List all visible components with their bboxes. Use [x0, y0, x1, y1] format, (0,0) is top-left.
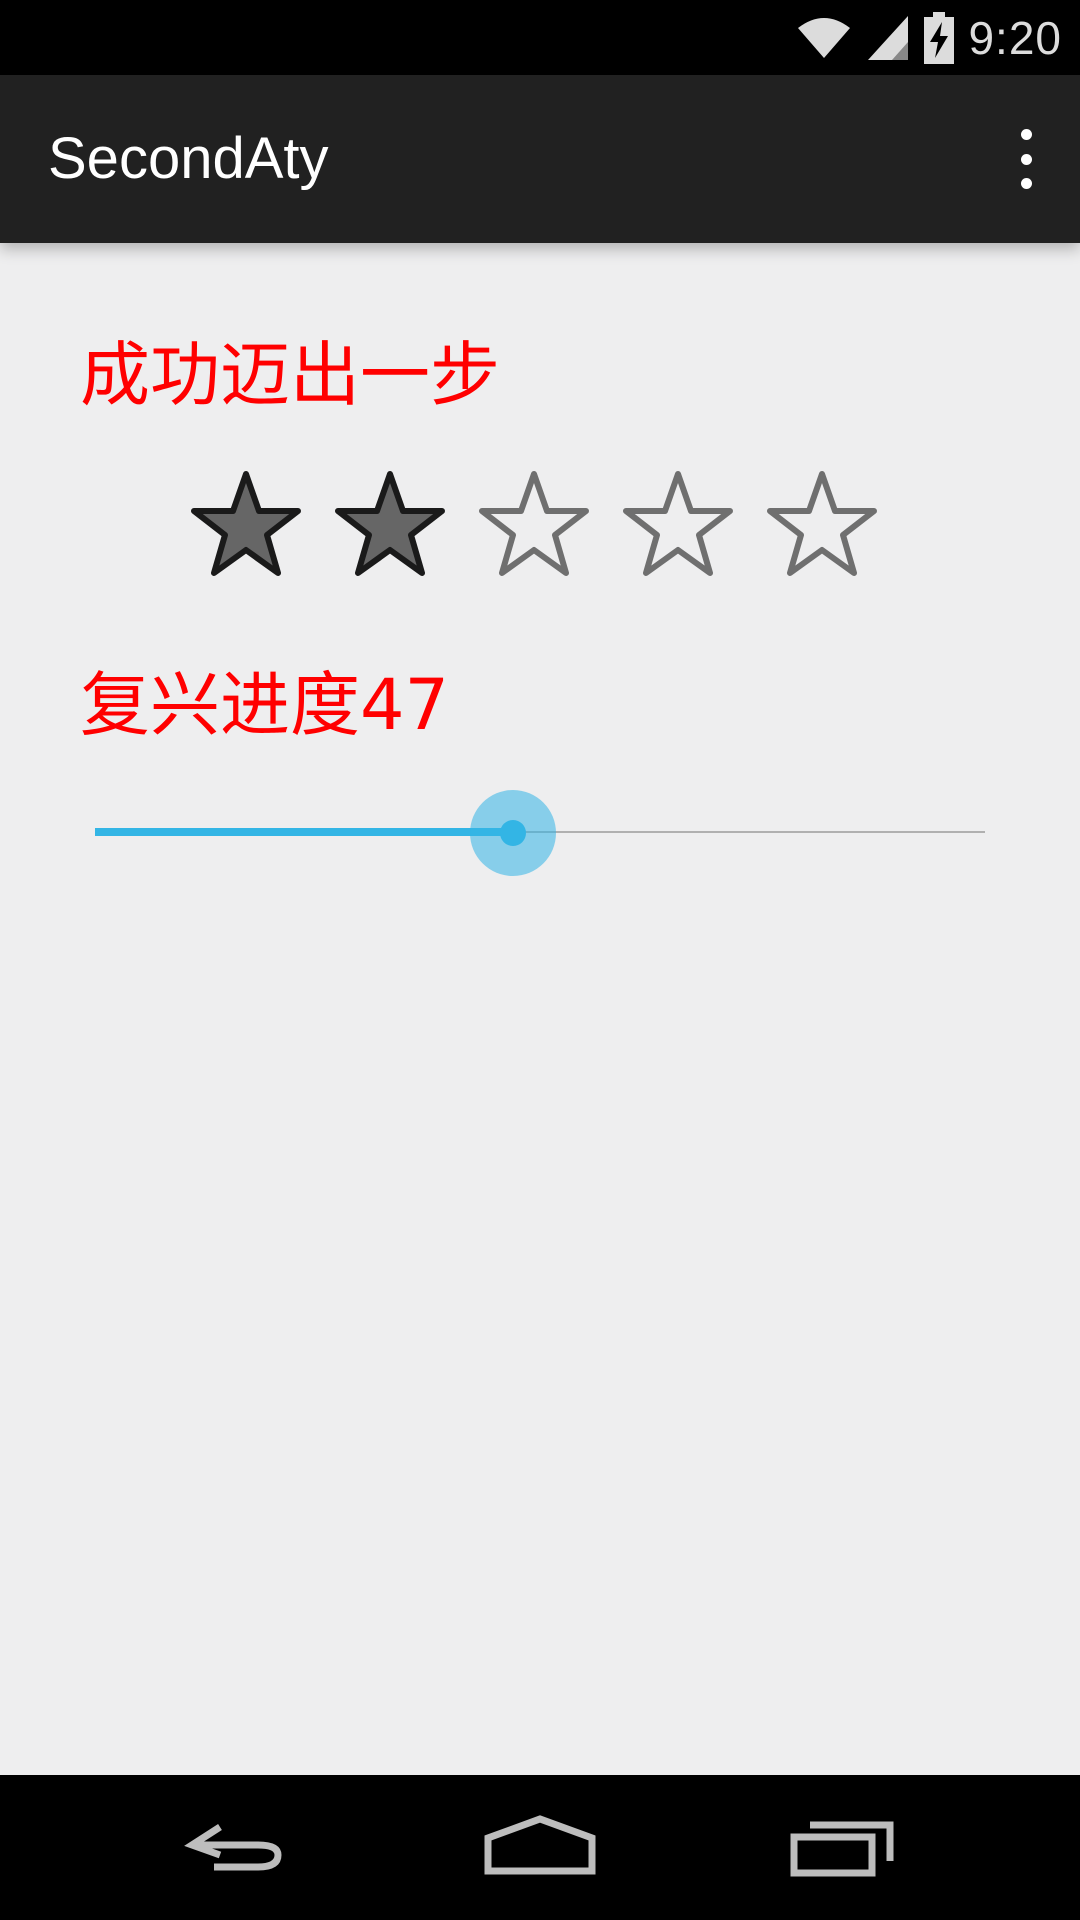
- star-empty-icon[interactable]: [766, 468, 878, 580]
- home-icon[interactable]: [480, 1803, 600, 1893]
- star-empty-icon[interactable]: [478, 468, 590, 580]
- star-filled-icon[interactable]: [334, 468, 446, 580]
- progress-label: 复兴进度47: [80, 664, 450, 746]
- rating-bar[interactable]: [190, 468, 878, 580]
- app-title: SecondAty: [48, 126, 329, 191]
- status-icons: 9:20: [796, 0, 1062, 75]
- navigation-bar: [0, 1775, 1080, 1920]
- status-time: 9:20: [968, 11, 1062, 64]
- recent-apps-icon[interactable]: [780, 1803, 900, 1893]
- screen: 9:20 SecondAty 成功迈出一步 复兴进度47: [0, 0, 1080, 1920]
- overflow-menu-icon[interactable]: [1016, 129, 1036, 189]
- back-icon[interactable]: [180, 1803, 300, 1893]
- star-filled-icon[interactable]: [190, 468, 302, 580]
- signal-icon: [868, 15, 909, 60]
- rating-label: 成功迈出一步: [80, 334, 500, 416]
- battery-charging-icon: [924, 11, 955, 64]
- action-bar: SecondAty: [0, 75, 1080, 243]
- status-bar: 9:20: [0, 0, 1080, 75]
- star-empty-icon[interactable]: [622, 468, 734, 580]
- progress-seekbar[interactable]: [95, 788, 985, 878]
- wifi-icon: [798, 17, 851, 58]
- seekbar-progress: [95, 828, 514, 836]
